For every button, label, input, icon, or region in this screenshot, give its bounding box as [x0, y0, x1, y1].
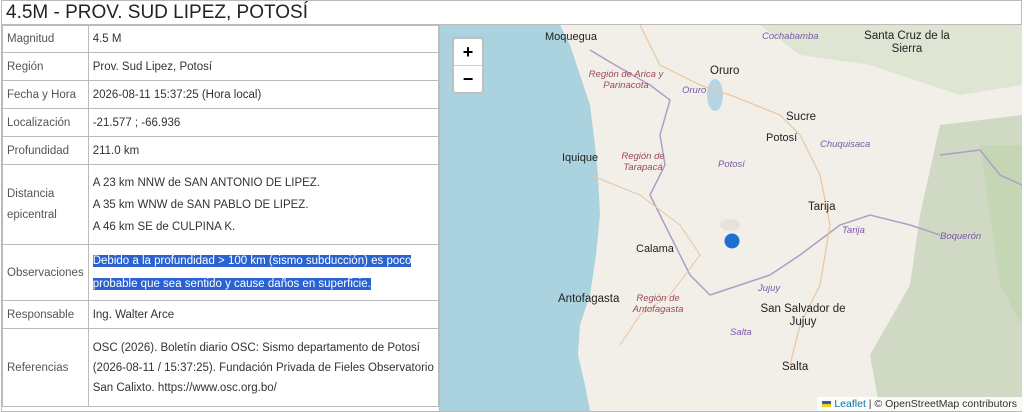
leaflet-link[interactable]: Leaflet — [834, 398, 866, 410]
epicenter-marker[interactable] — [724, 233, 740, 249]
row-label: Profundidad — [2, 136, 89, 165]
row-label: Localización — [2, 108, 89, 137]
map-label: San Salvador de Jujuy — [760, 303, 846, 328]
content-area: Magnitud 4.5 M Región Prov. Sud Lipez, P… — [1, 24, 1022, 412]
map-label: Boquerón — [940, 231, 982, 242]
map-label: Antofagasta — [558, 293, 620, 305]
map-tiles — [440, 25, 1022, 411]
map-label: Moquegua — [545, 31, 597, 43]
row-value: 4.5 M — [87, 25, 440, 53]
event-info-table: Magnitud 4.5 M Región Prov. Sud Lipez, P… — [2, 25, 440, 407]
map-label: Región de Arica y Parinacota — [588, 69, 664, 91]
row-value: 211.0 km — [87, 136, 440, 165]
row-label: Fecha y Hora — [2, 80, 89, 109]
map-label: Iquique — [562, 152, 599, 164]
row-label: Observaciones — [2, 244, 89, 301]
table-row: Referencias OSC (2026). Boletín diario O… — [2, 328, 440, 407]
map-label: Potosí — [718, 159, 745, 170]
row-value: A 23 km NNW de SAN ANTONIO DE LIPEZ. A 3… — [87, 164, 440, 245]
table-row: Observaciones Debido a la profundidad > … — [2, 244, 440, 301]
map-label: Región de Tarapacá — [621, 151, 665, 173]
row-label: Referencias — [2, 328, 89, 407]
map-label: Región de Antofagasta — [632, 293, 684, 315]
map-label: Salta — [782, 361, 809, 373]
distance-line: A 23 km NNW de SAN ANTONIO DE LIPEZ. — [92, 176, 321, 189]
osm-link[interactable]: OpenStreetMap contributors — [885, 398, 1017, 410]
row-value: Debido a la profundidad > 100 km (sismo … — [87, 244, 440, 301]
map-panel[interactable]: Cochabamba Santa Cruz de la Sierra Moque… — [439, 25, 1022, 411]
table-row: Región Prov. Sud Lipez, Potosí — [2, 52, 440, 81]
map-label: Sucre — [786, 111, 817, 123]
map-label: Jujuy — [758, 283, 781, 294]
selected-text[interactable]: Debido a la profundidad > 100 km (sismo … — [92, 254, 412, 290]
table-row: Profundidad 211.0 km — [2, 136, 440, 165]
map-label: Cochabamba — [762, 31, 819, 42]
map-label: Tarija — [808, 201, 836, 213]
zoom-out-button[interactable]: − — [454, 65, 482, 92]
row-label: Responsable — [2, 300, 89, 329]
map-label: Oruro — [710, 65, 740, 77]
row-value: Prov. Sud Lipez, Potosí — [87, 52, 440, 81]
attribution-separator: | © — [865, 398, 886, 410]
row-value: 2026-08-11 15:37:25 (Hora local) — [87, 80, 440, 109]
map-label: Salta — [730, 327, 752, 338]
row-value: OSC (2026). Boletín diario OSC: Sismo de… — [87, 328, 440, 407]
table-row: Fecha y Hora 2026-08-11 15:37:25 (Hora l… — [2, 80, 440, 109]
table-row: Distancia epicentral A 23 km NNW de SAN … — [2, 164, 440, 245]
row-value: -21.577 ; -66.936 — [87, 108, 440, 137]
table-row: Magnitud 4.5 M — [2, 25, 440, 53]
map-attribution: Leaflet | © OpenStreetMap contributors — [817, 397, 1022, 411]
row-value: Ing. Walter Arce — [87, 300, 440, 329]
distance-line: A 46 km SE de CULPINA K. — [92, 220, 236, 233]
map-label: Chuquisaca — [820, 139, 871, 150]
table-row: Localización -21.577 ; -66.936 — [2, 108, 440, 137]
map-label: Tarija — [842, 225, 865, 236]
row-label: Región — [2, 52, 89, 81]
map-label: Santa Cruz de la Sierra — [864, 30, 950, 55]
map-label: Potosí — [766, 132, 798, 144]
page-title: 4.5M - PROV. SUD LIPEZ, POTOSÍ — [1, 0, 1022, 24]
map-label: Oruro — [682, 85, 707, 96]
distance-line: A 35 km WNW de SAN PABLO DE LIPEZ. — [92, 198, 309, 211]
row-label: Distancia epicentral — [2, 164, 89, 245]
zoom-control: + − — [452, 37, 484, 94]
flag-icon — [822, 401, 832, 408]
map-label: Calama — [636, 243, 674, 255]
zoom-in-button[interactable]: + — [454, 39, 482, 65]
table-row: Responsable Ing. Walter Arce — [2, 300, 440, 329]
row-label: Magnitud — [2, 25, 89, 53]
